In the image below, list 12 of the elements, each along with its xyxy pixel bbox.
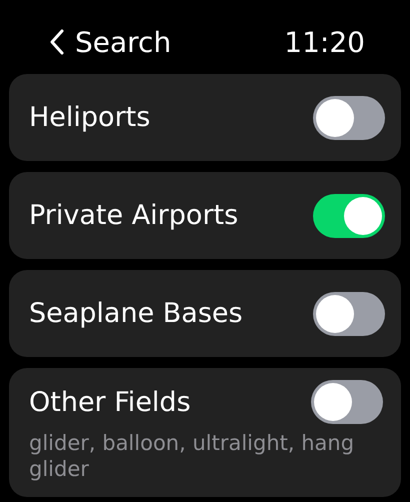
toggle-switch[interactable] xyxy=(313,96,385,140)
clock-time: 11:20 xyxy=(284,26,365,58)
back-chevron-icon xyxy=(49,28,65,56)
setting-description: glider, balloon, ultralight, hang glider xyxy=(29,430,356,482)
back-button[interactable]: Search xyxy=(49,26,172,58)
setting-label: Private Airports xyxy=(29,200,238,231)
setting-label: Other Fields xyxy=(29,386,191,418)
toggle-switch[interactable] xyxy=(313,194,385,238)
toggle-switch[interactable] xyxy=(311,380,383,424)
setting-label: Heliports xyxy=(29,102,150,133)
toggle-switch[interactable] xyxy=(313,292,385,336)
setting-label: Seaplane Bases xyxy=(29,298,243,329)
